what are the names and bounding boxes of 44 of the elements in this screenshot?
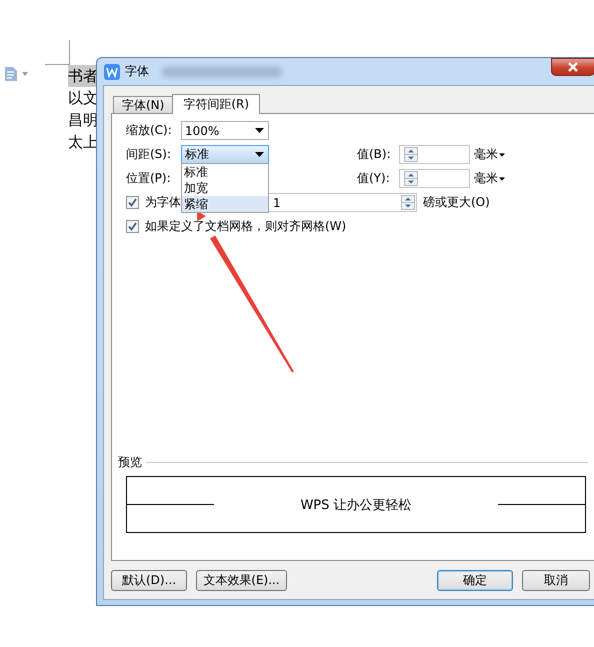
field-label: 磅或更大(O) <box>423 194 490 211</box>
caret-icon <box>499 152 505 156</box>
tab[interactable]: 字符间距(R) <box>172 94 260 114</box>
dropdown-option[interactable]: 标准 <box>182 164 268 180</box>
checkbox-label: 为字体 <box>145 194 181 211</box>
unit-dropdown[interactable]: 毫米 <box>470 170 505 187</box>
dialog-button[interactable]: 确定 <box>437 570 513 590</box>
dialog-button[interactable]: 取消 <box>522 570 590 590</box>
dialog-button[interactable]: 文本效果(E)... <box>196 570 287 590</box>
stepper-button[interactable] <box>404 147 418 162</box>
caret-icon <box>255 128 264 133</box>
number-field[interactable] <box>399 145 470 164</box>
caret-icon <box>499 176 505 180</box>
field-label: 位置(P): <box>126 170 172 187</box>
document-text: 太上 <box>68 132 98 153</box>
document-text: 以文 <box>68 88 98 109</box>
checkbox-label: 如果定义了文档网格，则对齐网格(W) <box>145 218 346 235</box>
window-title: 字体 <box>125 63 149 80</box>
field-label: 值(Y): <box>357 170 391 187</box>
field-label: 值(B): <box>357 146 392 163</box>
stepper-button[interactable] <box>404 171 418 186</box>
field-label: 间距(S): <box>126 146 172 163</box>
document-text: 书者 <box>68 65 98 87</box>
caret-icon[interactable] <box>22 72 28 76</box>
close-button[interactable] <box>551 58 594 76</box>
number-field[interactable]: 1 <box>268 193 417 212</box>
stepper-button[interactable] <box>401 195 415 210</box>
dropdown-option[interactable]: 紧缩 <box>182 196 268 212</box>
dropdown[interactable]: 标准 <box>181 145 269 164</box>
field-label: 缩放(C): <box>126 122 173 139</box>
preview-text: WPS 让办公更轻松 <box>299 496 413 514</box>
close-icon <box>567 62 579 72</box>
margin-mark <box>45 40 70 65</box>
unit-dropdown[interactable]: 毫米 <box>470 146 505 163</box>
checkbox[interactable] <box>126 220 139 233</box>
number-field[interactable] <box>399 169 470 188</box>
dialog-button[interactable]: 默认(D)... <box>111 570 187 590</box>
tab[interactable]: 字体(N) <box>113 96 174 113</box>
section-title: 预览 <box>118 454 142 471</box>
checkbox[interactable] <box>126 196 139 209</box>
dropdown[interactable]: 100% <box>181 121 269 140</box>
app-logo-icon <box>104 64 120 80</box>
dropdown-option[interactable]: 加宽 <box>182 180 268 196</box>
caret-icon <box>255 152 264 157</box>
